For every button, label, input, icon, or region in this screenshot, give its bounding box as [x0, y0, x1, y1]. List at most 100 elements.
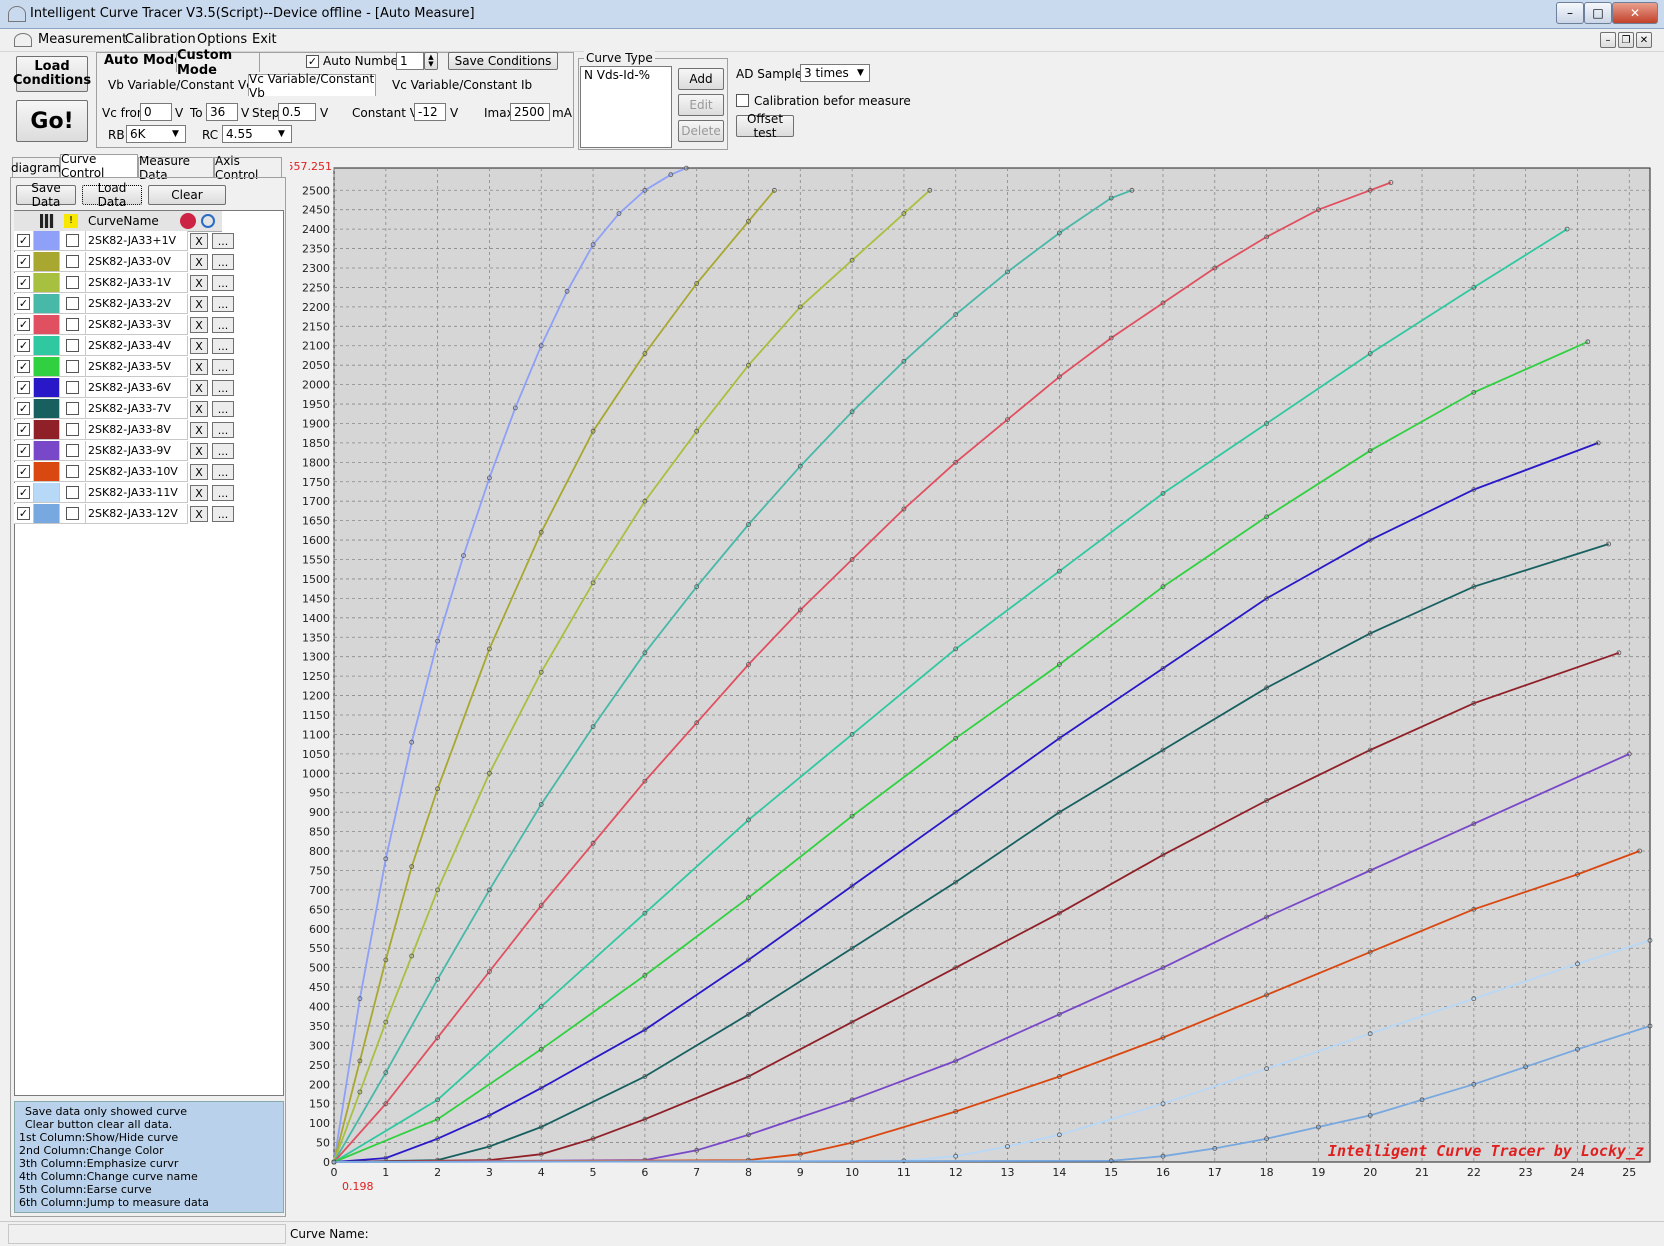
color-swatch[interactable] — [34, 504, 60, 524]
jump-data-button[interactable]: ... — [212, 506, 234, 522]
go-button[interactable]: Go! — [16, 100, 88, 142]
tab-auto-mode[interactable]: Auto Mode — [104, 53, 183, 68]
show-checkbox[interactable]: ✓ — [17, 465, 30, 478]
erase-curve-button[interactable]: X — [190, 380, 208, 396]
curve-chart[interactable]: 0 1 2 3 4 5 6 7 8 9 10 11 12 13 14 15 16 17 18 19 20 21 22 23 24… — [290, 160, 1662, 1218]
maximize-button[interactable]: □ — [1584, 2, 1612, 24]
jump-data-button[interactable]: ... — [212, 422, 234, 438]
tab-curve-control[interactable]: Curve Control — [60, 152, 138, 180]
jump-data-button[interactable]: ... — [212, 443, 234, 459]
jump-data-button[interactable]: ... — [212, 380, 234, 396]
jump-data-button[interactable]: ... — [212, 317, 234, 333]
save-conditions-button[interactable]: Save Conditions — [448, 52, 558, 70]
show-checkbox[interactable]: ✓ — [17, 339, 30, 352]
calibration-checkbox[interactable] — [736, 94, 749, 107]
show-checkbox[interactable]: ✓ — [17, 234, 30, 247]
subtab-vc-variable-ib[interactable]: Vc Variable/Constant Ib — [392, 78, 532, 92]
load-conditions-button[interactable]: Load Conditions — [13, 56, 91, 92]
color-swatch[interactable] — [34, 420, 60, 440]
emphasize-checkbox[interactable] — [66, 444, 79, 457]
jump-data-button[interactable]: ... — [212, 233, 234, 249]
color-swatch[interactable] — [34, 462, 60, 482]
curve-name-cell[interactable]: 2SK82-JA33-10V — [86, 462, 188, 482]
curve-type-list[interactable]: N Vds-Id-% — [580, 66, 672, 148]
erase-curve-button[interactable]: X — [190, 443, 208, 459]
emphasize-checkbox[interactable] — [66, 234, 79, 247]
color-swatch[interactable] — [34, 294, 60, 314]
emphasize-checkbox[interactable] — [66, 423, 79, 436]
show-checkbox[interactable]: ✓ — [17, 381, 30, 394]
minimize-button[interactable]: – — [1556, 2, 1584, 24]
curve-name-cell[interactable]: 2SK82-JA33+1V — [86, 231, 188, 251]
delete-button[interactable]: Delete — [678, 120, 724, 142]
menu-calibration[interactable]: Calibration — [125, 32, 196, 47]
to-input[interactable]: 36 — [206, 103, 238, 121]
emphasize-checkbox[interactable] — [66, 465, 79, 478]
curve-name-cell[interactable]: 2SK82-JA33-1V — [86, 273, 188, 293]
emphasize-checkbox[interactable] — [66, 255, 79, 268]
auto-number-stepper[interactable]: ▲ ▼ — [424, 52, 438, 70]
show-checkbox[interactable]: ✓ — [17, 276, 30, 289]
emphasize-checkbox[interactable] — [66, 297, 79, 310]
erase-curve-button[interactable]: X — [190, 422, 208, 438]
show-checkbox[interactable]: ✓ — [17, 318, 30, 331]
curve-name-cell[interactable]: 2SK82-JA33-2V — [86, 294, 188, 314]
imax-input[interactable]: 2500 — [510, 103, 550, 121]
constant-vb-input[interactable]: -12 — [414, 103, 446, 121]
curve-name-cell[interactable]: 2SK82-JA33-8V — [86, 420, 188, 440]
erase-curve-button[interactable]: X — [190, 233, 208, 249]
rb-chevron-down-icon[interactable]: ▼ — [172, 129, 179, 139]
curve-name-cell[interactable]: 2SK82-JA33-7V — [86, 399, 188, 419]
erase-curve-button[interactable]: X — [190, 275, 208, 291]
erase-curve-button[interactable]: X — [190, 254, 208, 270]
vc-from-input[interactable]: 0 — [140, 103, 172, 121]
edit-button[interactable]: Edit — [678, 94, 724, 116]
menu-options[interactable]: Options — [197, 32, 247, 47]
show-checkbox[interactable]: ✓ — [17, 423, 30, 436]
erase-curve-button[interactable]: X — [190, 464, 208, 480]
jump-data-button[interactable]: ... — [212, 485, 234, 501]
mdi-close-button[interactable]: ✕ — [1636, 32, 1652, 48]
mdi-minimize-button[interactable]: – — [1600, 32, 1616, 48]
erase-curve-button[interactable]: X — [190, 296, 208, 312]
curve-name-cell[interactable]: 2SK82-JA33-12V — [86, 504, 188, 524]
tab-axis-control[interactable]: Axis Control — [214, 154, 282, 182]
color-swatch[interactable] — [34, 483, 60, 503]
emphasize-checkbox[interactable] — [66, 381, 79, 394]
curve-name-cell[interactable]: 2SK82-JA33-6V — [86, 378, 188, 398]
close-button[interactable]: ✕ — [1612, 2, 1658, 24]
curve-name-cell[interactable]: 2SK82-JA33-0V — [86, 252, 188, 272]
save-data-button[interactable]: Save Data — [16, 181, 76, 209]
clear-button[interactable]: Clear — [148, 185, 226, 205]
subtab-vc-variable-vb[interactable]: Vc Variable/Constant Vb — [248, 72, 376, 100]
menu-exit[interactable]: Exit — [252, 32, 277, 47]
color-swatch[interactable] — [34, 357, 60, 377]
step-input[interactable]: 0.5 — [278, 103, 316, 121]
erase-curve-button[interactable]: X — [190, 506, 208, 522]
color-swatch[interactable] — [34, 399, 60, 419]
color-swatch[interactable] — [34, 273, 60, 293]
erase-curve-button[interactable]: X — [190, 485, 208, 501]
color-swatch[interactable] — [34, 378, 60, 398]
tab-custom-mode[interactable]: Custom Mode — [176, 48, 260, 78]
color-swatch[interactable] — [34, 315, 60, 335]
jump-data-button[interactable]: ... — [212, 275, 234, 291]
tab-measure-data[interactable]: Measure Data — [138, 154, 214, 182]
erase-curve-button[interactable]: X — [190, 401, 208, 417]
jump-data-button[interactable]: ... — [212, 296, 234, 312]
color-swatch[interactable] — [34, 336, 60, 356]
subtab-vb-variable[interactable]: Vb Variable/Constant Vce — [108, 78, 260, 92]
erase-curve-button[interactable]: X — [190, 359, 208, 375]
color-swatch[interactable] — [34, 441, 60, 461]
jump-data-button[interactable]: ... — [212, 401, 234, 417]
tab-diagram[interactable]: diagram — [11, 157, 61, 177]
load-data-button[interactable]: Load Data — [82, 181, 142, 209]
add-button[interactable]: Add — [678, 68, 724, 90]
emphasize-checkbox[interactable] — [66, 360, 79, 373]
curve-name-cell[interactable]: 2SK82-JA33-5V — [86, 357, 188, 377]
rc-chevron-down-icon[interactable]: ▼ — [278, 129, 285, 139]
ad-sample-chevron-down-icon[interactable]: ▼ — [857, 68, 864, 78]
jump-data-button[interactable]: ... — [212, 338, 234, 354]
show-checkbox[interactable]: ✓ — [17, 444, 30, 457]
mdi-restore-button[interactable]: ❐ — [1618, 32, 1634, 48]
